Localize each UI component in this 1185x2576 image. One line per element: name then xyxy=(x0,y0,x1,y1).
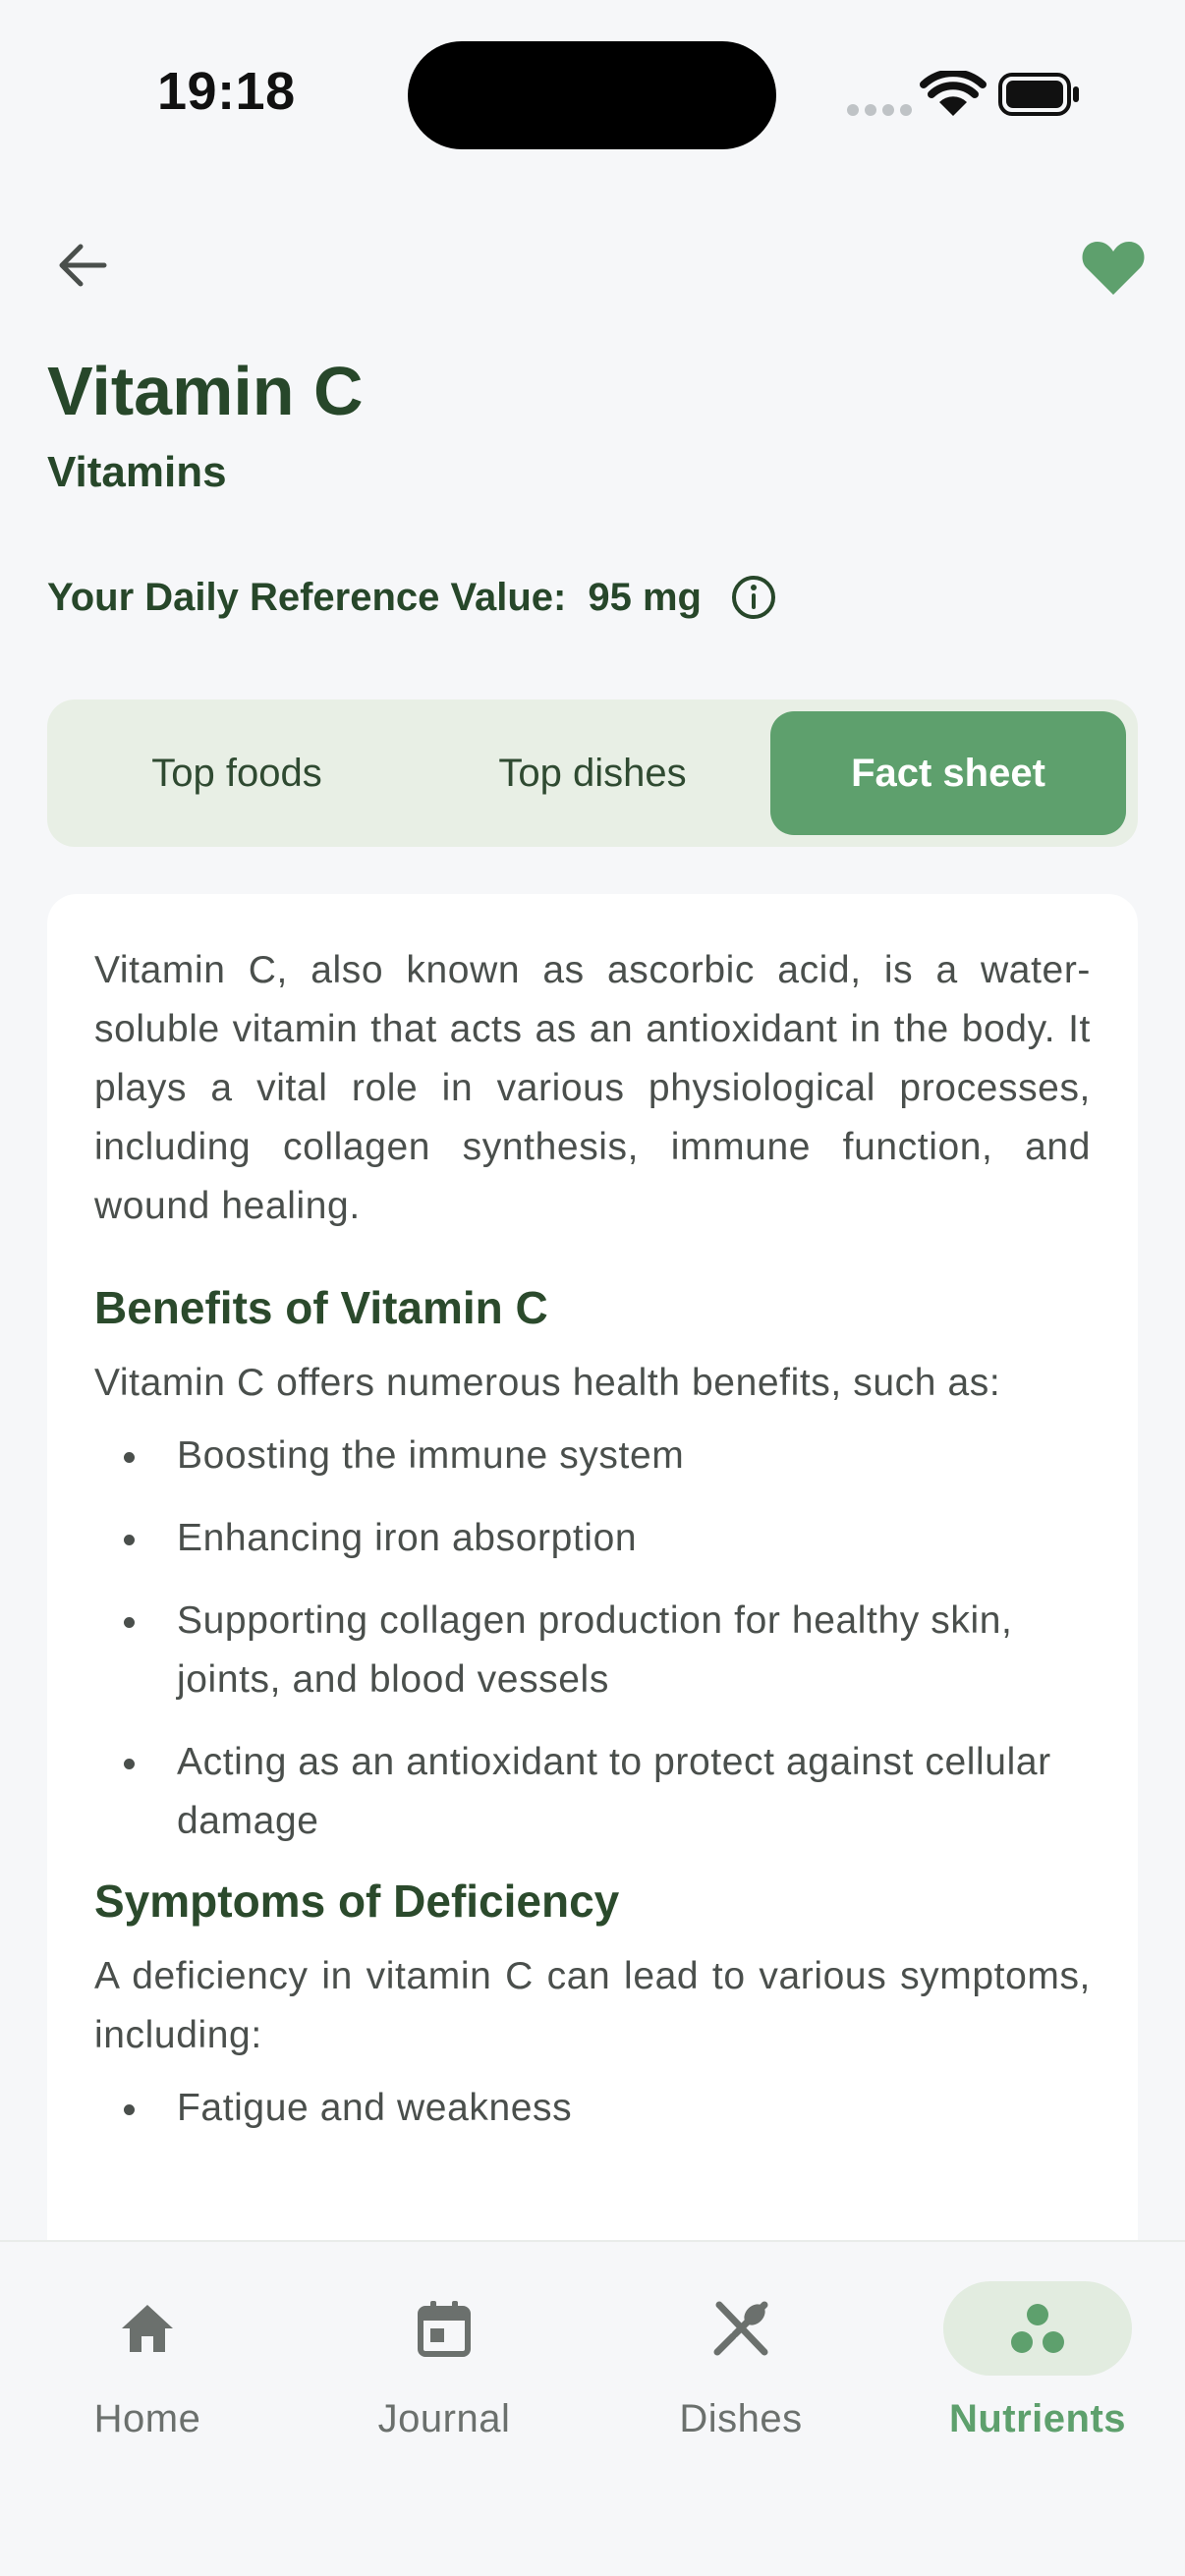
reference-label: Your Daily Reference Value: xyxy=(47,575,567,619)
favorite-button[interactable] xyxy=(1071,228,1156,307)
list-item: Enhancing iron absorption xyxy=(94,1509,1091,1568)
bottom-navigation: Home Journal Dishes Nutrients xyxy=(0,2240,1185,2576)
nav-nutrients-icon-wrap xyxy=(943,2281,1132,2376)
fact-sheet-card: Vitamin C, also known as ascorbic acid, … xyxy=(47,894,1138,2240)
list-item: Fatigue and weakness xyxy=(94,2079,1091,2138)
nav-dishes[interactable]: Dishes xyxy=(623,2281,859,2448)
list-item: Supporting collagen production for healt… xyxy=(94,1592,1091,1709)
deficiency-intro: A deficiency in vitamin C can lead to va… xyxy=(94,1955,1091,2056)
list-item: Boosting the immune system xyxy=(94,1427,1091,1485)
signal-wifi-battery-icon xyxy=(847,69,1079,116)
deficiency-heading: Symptoms of Deficiency xyxy=(94,1876,620,1927)
nav-dishes-icon-wrap xyxy=(647,2281,835,2376)
dynamic-island xyxy=(408,41,776,149)
tab-top-dishes[interactable]: Top dishes xyxy=(415,711,770,835)
tab-fact-sheet[interactable]: Fact sheet xyxy=(770,711,1126,835)
nutrient-category: Vitamins xyxy=(47,448,227,496)
nav-home-icon-wrap xyxy=(53,2281,242,2376)
nav-journal[interactable]: Journal xyxy=(326,2281,562,2448)
arrow-left-icon xyxy=(59,244,107,287)
status-icons xyxy=(847,69,1083,120)
nav-label: Home xyxy=(93,2397,201,2440)
heart-icon xyxy=(1082,242,1145,295)
tab-top-foods[interactable]: Top foods xyxy=(59,711,415,835)
deficiency-list: Fatigue and weakness xyxy=(94,2079,1091,2138)
nav-journal-icon-wrap xyxy=(350,2281,538,2376)
screen: 19:18 Vitamin C Vitamins Your Daily Refe… xyxy=(0,0,1185,2576)
reference-value: 95 mg xyxy=(588,575,702,619)
home-icon xyxy=(122,2305,173,2352)
benefits-heading: Benefits of Vitamin C xyxy=(94,1282,548,1333)
utensils-icon xyxy=(713,2301,768,2356)
nav-nutrients[interactable]: Nutrients xyxy=(920,2281,1156,2448)
nutrients-icon xyxy=(1011,2304,1064,2353)
nav-label: Nutrients xyxy=(948,2397,1127,2440)
list-item: Acting as an antioxidant to protect agai… xyxy=(94,1733,1091,1851)
back-button[interactable] xyxy=(45,228,120,303)
nav-home[interactable]: Home xyxy=(29,2281,265,2448)
nav-label: Journal xyxy=(377,2397,511,2440)
benefits-list: Boosting the immune system Enhancing iro… xyxy=(94,1427,1091,1851)
intro-paragraph: Vitamin C, also known as ascorbic acid, … xyxy=(94,949,1091,1227)
info-icon xyxy=(731,576,775,619)
tab-bar: Top foods Top dishes Fact sheet xyxy=(47,700,1138,847)
page-title: Vitamin C xyxy=(47,353,364,429)
daily-reference-value: Your Daily Reference Value: 95 mg xyxy=(47,570,778,625)
calendar-icon xyxy=(418,2301,471,2357)
info-button[interactable] xyxy=(729,573,778,622)
benefits-intro: Vitamin C offers numerous health benefit… xyxy=(94,1362,1001,1404)
status-time: 19:18 xyxy=(157,62,296,121)
nav-label: Dishes xyxy=(679,2397,803,2440)
